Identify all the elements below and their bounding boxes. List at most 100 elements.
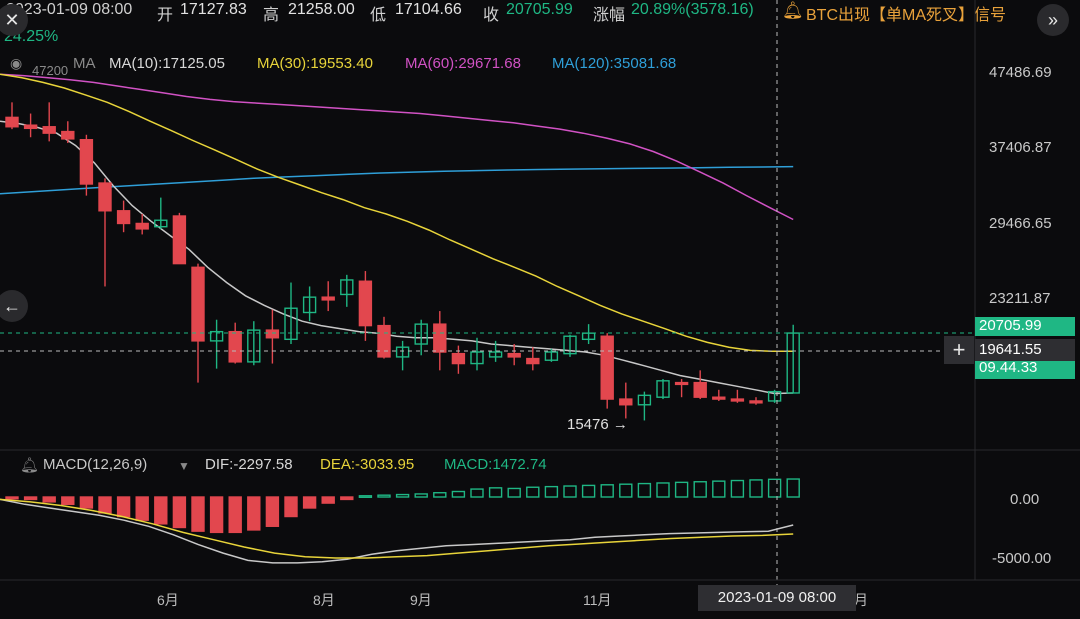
- candle[interactable]: [600, 333, 614, 409]
- ma-price-tag: 09.44.33: [975, 359, 1075, 379]
- left-price-label: 47200: [32, 63, 69, 78]
- macd-bar: [674, 481, 689, 498]
- time-axis-tick: 8月: [313, 592, 335, 608]
- macd-bar: [786, 478, 800, 498]
- candle[interactable]: [507, 344, 521, 366]
- candle[interactable]: [377, 316, 391, 359]
- candle[interactable]: [749, 397, 763, 405]
- candle[interactable]: [154, 197, 168, 229]
- macd-bar: [470, 488, 484, 498]
- candle[interactable]: [247, 321, 261, 366]
- price-axis-tick: 29466.65: [989, 215, 1052, 232]
- candle[interactable]: [656, 379, 670, 400]
- macd-bar: [172, 496, 187, 529]
- macd-bar: [395, 493, 410, 498]
- macd-bar: [581, 484, 596, 498]
- macd-bar: [265, 496, 280, 527]
- ma-label: MA: [73, 55, 96, 72]
- time-axis-tick: 月: [854, 592, 868, 608]
- macd-bar: [544, 485, 559, 498]
- candle[interactable]: [265, 309, 280, 364]
- candle[interactable]: [637, 391, 652, 421]
- candle[interactable]: [23, 113, 38, 138]
- candle[interactable]: [563, 334, 577, 357]
- macd-bar: [340, 496, 354, 501]
- macd-bar: [5, 496, 19, 500]
- price-axis-tick: 47486.69: [989, 64, 1052, 81]
- candle[interactable]: [786, 324, 800, 394]
- candle[interactable]: [284, 282, 298, 345]
- macd-bar: [358, 495, 373, 498]
- macd-bar: [730, 479, 745, 498]
- ma10-value: MA(10):17125.05: [109, 55, 225, 72]
- ma120-line: [0, 165, 794, 195]
- candle[interactable]: [358, 271, 373, 341]
- bell-icon[interactable]: 🔔︎: [20, 456, 39, 474]
- candle[interactable]: [674, 379, 689, 398]
- macd-bar: [154, 496, 168, 525]
- ma30-value: MA(30):19553.40: [257, 55, 373, 72]
- macd-bar: [712, 480, 726, 498]
- candle[interactable]: [98, 178, 112, 287]
- candle[interactable]: [209, 319, 224, 369]
- macd-dea-value: DEA:-3033.95: [320, 456, 415, 473]
- candle[interactable]: [321, 281, 335, 312]
- macd-hist-value: MACD:1472.74: [444, 456, 547, 473]
- macd-bar: [507, 487, 521, 498]
- macd-label[interactable]: MACD(12,26,9): [43, 456, 147, 473]
- macd-bar: [619, 483, 633, 498]
- macd-bar: [451, 490, 466, 498]
- candle[interactable]: [172, 212, 187, 265]
- macd-bar: [79, 496, 94, 509]
- macd-bar: [526, 486, 540, 498]
- macd-bar: [98, 496, 112, 514]
- macd-bar: [563, 485, 577, 498]
- last-price-tag: 20705.99: [975, 317, 1075, 336]
- eye-icon[interactable]: ◉: [10, 55, 22, 72]
- candle[interactable]: [302, 286, 317, 322]
- macd-bar: [414, 493, 428, 498]
- candle[interactable]: [191, 263, 205, 383]
- ma60-value: MA(60):29671.68: [405, 55, 521, 72]
- macd-bar: [191, 496, 205, 532]
- macd-bar: [433, 492, 447, 498]
- macd-bar: [209, 496, 224, 534]
- candle[interactable]: [730, 389, 745, 403]
- candle[interactable]: [767, 389, 782, 403]
- time-axis-tick: 9月: [410, 592, 432, 608]
- ma60-line: [0, 73, 794, 221]
- candle[interactable]: [433, 311, 447, 371]
- macd-bar: [23, 496, 38, 501]
- price-axis-tick: 23211.87: [989, 290, 1051, 307]
- macd-bar: [637, 482, 652, 498]
- candle[interactable]: [340, 274, 354, 307]
- macd-dif-value: DIF:-2297.58: [205, 456, 293, 473]
- time-axis-tick: 6月: [157, 592, 179, 608]
- candle[interactable]: [451, 345, 466, 374]
- expand-icon[interactable]: »: [1037, 4, 1069, 36]
- macd-bar: [135, 496, 149, 521]
- macd-bar: [488, 487, 503, 498]
- macd-bar: [302, 496, 317, 509]
- macd-bar: [116, 496, 131, 518]
- candle[interactable]: [581, 324, 596, 345]
- ma120-value: MA(120):35081.68: [552, 55, 677, 72]
- macd-axis-tick: -5000.00: [992, 550, 1052, 567]
- candle[interactable]: [5, 102, 19, 130]
- price-axis-tick: 37406.87: [989, 139, 1052, 156]
- candle[interactable]: [228, 322, 242, 364]
- chevron-down-icon[interactable]: ▼: [178, 459, 190, 473]
- candle[interactable]: [712, 389, 726, 401]
- macd-bar: [600, 484, 614, 498]
- candle[interactable]: [116, 200, 131, 233]
- candle[interactable]: [42, 102, 56, 142]
- candle[interactable]: [79, 134, 94, 196]
- macd-bar: [693, 481, 707, 498]
- crosshair-plus-icon[interactable]: +: [944, 336, 974, 364]
- candle[interactable]: [61, 121, 75, 144]
- candle[interactable]: [693, 370, 707, 400]
- candle[interactable]: [395, 340, 410, 371]
- macd-bar: [656, 482, 670, 498]
- price-chart[interactable]: [0, 0, 1080, 619]
- candle[interactable]: [619, 382, 633, 419]
